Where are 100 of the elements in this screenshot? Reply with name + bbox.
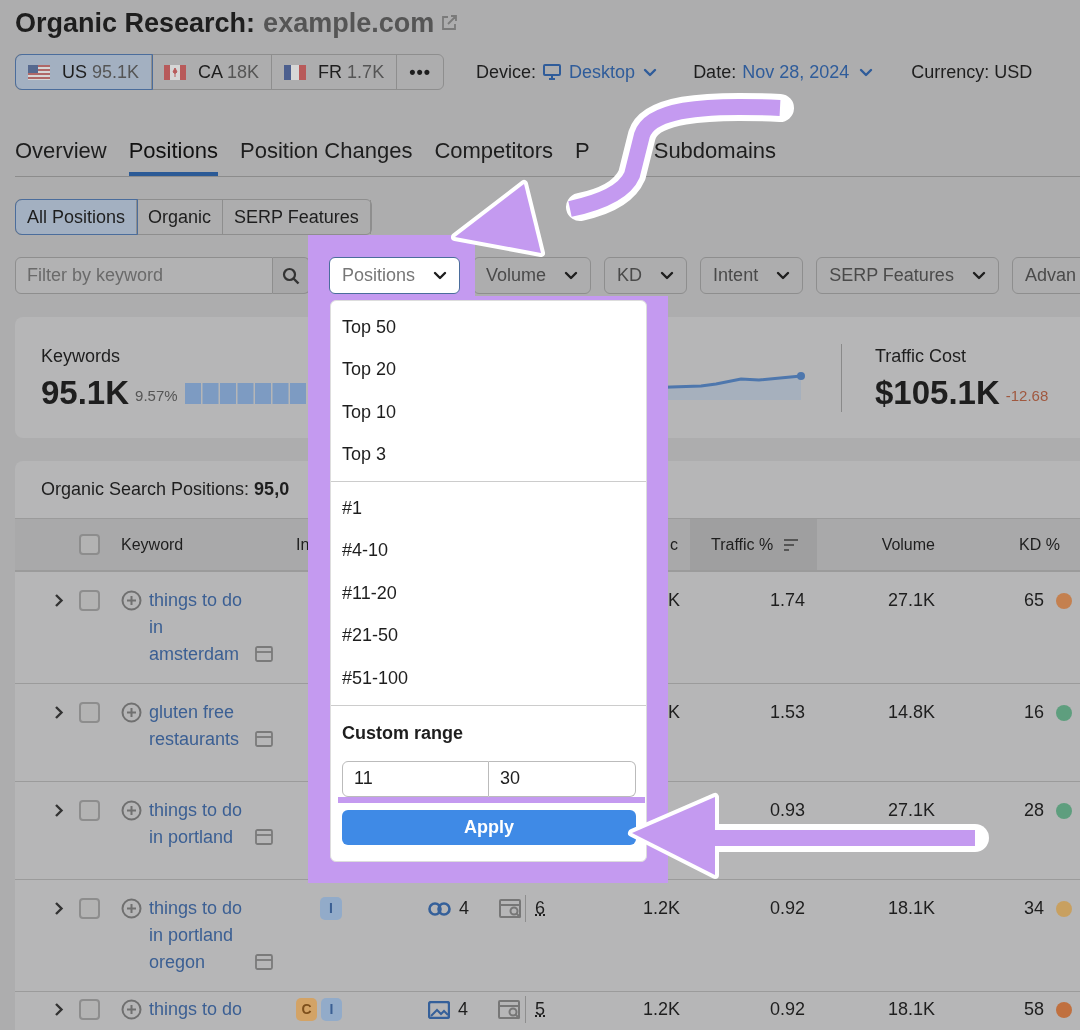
chevron-right-icon[interactable] xyxy=(54,1002,64,1017)
intent-badge: I xyxy=(320,897,342,920)
kd-value: 65 xyxy=(1023,589,1044,612)
dropdown-option[interactable]: #1 xyxy=(331,487,646,530)
nav-tab[interactable]: Positions xyxy=(128,128,218,176)
dropdown-option[interactable]: Top 3 xyxy=(331,433,646,476)
traffic-value: K xyxy=(668,590,680,610)
chevron-down-icon xyxy=(776,271,791,280)
nav-tab[interactable]: Subdomains xyxy=(653,128,776,176)
chevron-right-icon[interactable] xyxy=(54,901,64,916)
chevron-right-icon[interactable] xyxy=(54,705,64,720)
add-circle-icon[interactable] xyxy=(121,702,142,723)
more-button[interactable]: ••• xyxy=(397,55,444,89)
metric-value: $105.1K xyxy=(875,372,1000,413)
checkbox[interactable] xyxy=(79,800,100,821)
column-header[interactable]: Keyword xyxy=(121,535,184,553)
dropdown-option[interactable]: #11-20 xyxy=(331,572,646,615)
chevron-right-icon[interactable] xyxy=(54,593,64,608)
table-title: Organic Search Positions: 95,0 xyxy=(41,478,290,501)
segment-tab[interactable]: All Positions xyxy=(16,200,138,234)
nav-tab[interactable]: P xyxy=(575,128,590,176)
apply-button[interactable]: Apply xyxy=(342,809,636,845)
checkbox[interactable] xyxy=(79,999,100,1020)
dropdown-option[interactable]: #51-100 xyxy=(331,657,646,700)
serp-snapshot-icon[interactable] xyxy=(255,731,273,747)
search-button[interactable] xyxy=(273,257,310,294)
add-circle-icon[interactable] xyxy=(121,898,142,919)
dropdown-option[interactable]: Top 20 xyxy=(331,348,646,391)
dropdown-option[interactable]: #4-10 xyxy=(331,529,646,572)
volume-value: 18.1K xyxy=(887,898,935,918)
range-from-field[interactable]: 11 xyxy=(342,760,489,797)
custom-range-title: Custom range xyxy=(342,721,465,744)
position-link[interactable]: 5 xyxy=(535,999,545,1019)
filter-dropdown[interactable]: KD xyxy=(604,257,688,294)
column-header[interactable]: KD % xyxy=(1019,535,1060,553)
serp-preview-icon[interactable] xyxy=(498,999,522,1020)
results-count: 4 xyxy=(458,998,468,1021)
nav-tab[interactable]: Position Changes xyxy=(239,128,413,176)
serp-preview-icon[interactable] xyxy=(499,898,523,919)
flag-icon xyxy=(28,64,50,80)
dropdown-option[interactable]: #21-50 xyxy=(331,614,646,657)
database-tab[interactable]: CA 18K xyxy=(152,55,273,89)
filter-dropdown[interactable]: SERP Features xyxy=(816,257,999,294)
metric-value: 95.1K xyxy=(41,372,130,413)
volume-value: 27.1K xyxy=(887,590,935,610)
monitor-icon xyxy=(543,64,562,80)
intent-badge: I xyxy=(321,998,342,1021)
filter-dropdown[interactable]: Intent xyxy=(700,257,804,294)
checkbox[interactable] xyxy=(79,534,100,555)
column-header[interactable]: Volume xyxy=(881,535,935,553)
chevron-down-icon xyxy=(859,67,874,77)
kd-value: 16 xyxy=(1023,701,1044,724)
database-tab[interactable]: FR 1.7K xyxy=(272,55,398,89)
date-label: Date: xyxy=(693,60,737,84)
add-circle-icon[interactable] xyxy=(121,999,142,1020)
chevron-right-icon[interactable] xyxy=(54,803,64,818)
filter-dropdown[interactable]: Positions xyxy=(329,257,461,294)
serp-snapshot-icon[interactable] xyxy=(255,954,273,970)
metric-change: -12.68 xyxy=(1005,386,1049,406)
serp-snapshot-icon[interactable] xyxy=(255,646,273,662)
dropdown-option[interactable]: Top 10 xyxy=(331,391,646,434)
dropdown-option[interactable]: Top 50 xyxy=(331,306,646,349)
sorted-column-header[interactable]: Traffic % xyxy=(690,519,817,570)
database-tab[interactable]: US 95.1K xyxy=(16,55,153,89)
volume-value: 14.8K xyxy=(887,702,935,722)
traffic-percent: 1.74 xyxy=(769,590,805,610)
flag-icon xyxy=(164,64,187,80)
checkbox[interactable] xyxy=(79,590,100,611)
metric-label: Keywords xyxy=(41,344,121,368)
volume-value: 27.1K xyxy=(887,800,935,820)
column-header[interactable]: In xyxy=(296,535,310,553)
chevron-down-icon xyxy=(643,67,658,77)
segment-tab[interactable]: SERP Features xyxy=(223,200,371,234)
volume-value: 18.1K xyxy=(887,999,935,1019)
nav-tab[interactable]: Competitors xyxy=(434,128,553,176)
currency-text: Currency: USD xyxy=(911,60,1033,84)
image-icon xyxy=(428,1000,450,1019)
kd-value: 34 xyxy=(1023,897,1044,920)
serp-snapshot-icon[interactable] xyxy=(255,829,273,845)
domain-text: example.com xyxy=(263,6,435,40)
column-header[interactable]: c xyxy=(670,535,678,553)
checkbox[interactable] xyxy=(79,702,100,723)
traffic-percent: 0.93 xyxy=(769,800,805,820)
add-circle-icon[interactable] xyxy=(121,590,142,611)
traffic-value: 1.2K xyxy=(642,898,680,918)
segment-tab[interactable]: Organic xyxy=(137,200,224,234)
nav-tab[interactable]: Overview xyxy=(15,128,107,176)
traffic-value: 1.2K xyxy=(642,999,680,1019)
keyword-filter-field[interactable]: Filter by keyword xyxy=(15,257,273,294)
add-circle-icon[interactable] xyxy=(121,800,142,821)
range-to-field[interactable]: 30 xyxy=(489,760,636,797)
link-icon xyxy=(428,901,451,916)
results-count: 4 xyxy=(459,897,469,920)
flag-icon xyxy=(284,64,307,80)
chevron-down-icon xyxy=(971,271,986,280)
checkbox[interactable] xyxy=(79,898,100,919)
kd-value: 58 xyxy=(1023,998,1044,1021)
external-link-icon[interactable] xyxy=(440,14,459,32)
position-link[interactable]: 6 xyxy=(535,898,545,918)
filter-dropdown[interactable]: Advan xyxy=(1011,257,1080,294)
